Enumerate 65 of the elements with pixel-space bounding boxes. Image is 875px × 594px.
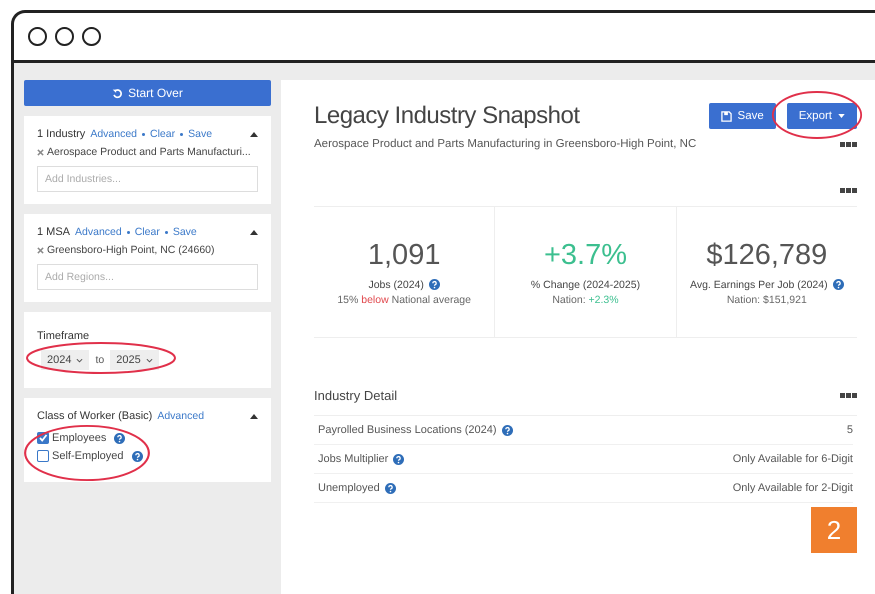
- stat-label: % Change (2024-2025): [530, 278, 640, 290]
- stat-note: 15% below National average: [337, 294, 471, 306]
- more-options-icon[interactable]: [840, 142, 857, 146]
- help-icon[interactable]: [384, 482, 396, 494]
- help-icon[interactable]: [393, 454, 404, 464]
- detail-label: Unemployed: [318, 482, 380, 494]
- detail-label: Jobs Multiplier: [318, 453, 388, 465]
- detail-label: Payrolled Business Locations (2024): [318, 424, 497, 436]
- detail-value: Only Available for 2-Digit: [732, 482, 853, 494]
- help-icon[interactable]: [132, 450, 143, 462]
- section-title: Industry Detail: [314, 388, 398, 403]
- stat-label: Avg. Earnings Per Job (2024): [690, 278, 828, 290]
- save-button[interactable]: Save: [708, 103, 776, 129]
- checkbox[interactable]: [37, 450, 49, 462]
- detail-value: 5: [846, 424, 853, 436]
- remove-icon[interactable]: [37, 148, 44, 156]
- chevron-down-icon: [146, 358, 153, 362]
- step-number-badge: 2: [811, 507, 857, 553]
- selected-item: Greensboro-High Point, NC (24660): [47, 244, 214, 256]
- stat-value: +3.7%: [544, 238, 628, 272]
- help-icon[interactable]: [428, 279, 440, 290]
- checkbox-label: Employees: [52, 432, 106, 444]
- panel-title: Class of Worker (Basic): [37, 410, 152, 422]
- panel-link[interactable]: Save: [172, 226, 197, 238]
- add-input-field[interactable]: Add Industries...: [37, 166, 258, 192]
- help-icon[interactable]: [114, 432, 126, 444]
- collapse-caret-icon[interactable]: [250, 414, 258, 418]
- panel-link[interactable]: Save: [188, 128, 212, 140]
- year-dropdown[interactable]: 2025: [110, 350, 159, 370]
- help-icon[interactable]: [832, 279, 844, 290]
- panel-link[interactable]: Advanced: [90, 128, 138, 140]
- panel-title: Timeframe: [37, 330, 90, 342]
- export-button[interactable]: Export: [786, 103, 857, 129]
- range-separator: to: [95, 354, 104, 366]
- stat-note: Nation: +2.3%: [552, 294, 619, 306]
- reset-icon: [112, 88, 124, 98]
- stat-value: $126,789: [706, 238, 828, 272]
- add-input-field[interactable]: Add Regions...: [37, 264, 258, 290]
- stat-value: 1,091: [368, 238, 440, 272]
- panel-title: 1 Industry: [37, 128, 86, 140]
- stat-label: Jobs (2024): [368, 278, 424, 290]
- year-dropdown[interactable]: 2024: [41, 350, 90, 370]
- panel-title: 1 MSA: [37, 226, 70, 238]
- panel-link[interactable]: Clear: [150, 128, 176, 140]
- stat-note: Nation: $151,921: [726, 294, 807, 306]
- chevron-down-icon: [76, 358, 84, 362]
- panel-link[interactable]: Advanced: [157, 410, 204, 422]
- selected-item: Aerospace Product and Parts Manufacturi...: [47, 146, 251, 158]
- window-control-icon[interactable]: [28, 27, 47, 46]
- page-subtitle: Aerospace Product and Parts Manufacturing in Greensboro-High Point, NC: [314, 138, 698, 150]
- detail-value: Only Available for 6-Digit: [732, 453, 853, 465]
- checkbox-label: Self-Employed: [52, 450, 124, 462]
- start-over-button[interactable]: Start Over: [24, 80, 271, 106]
- panel-link[interactable]: Clear: [134, 226, 160, 238]
- more-options-icon[interactable]: [840, 188, 857, 193]
- remove-icon[interactable]: [37, 246, 44, 254]
- collapse-caret-icon[interactable]: [250, 132, 258, 136]
- panel-link[interactable]: Advanced: [75, 226, 122, 238]
- caret-down-icon: [838, 114, 845, 118]
- page-title: Legacy Industry Snapshot: [314, 102, 581, 130]
- collapse-caret-icon[interactable]: [250, 230, 258, 234]
- window-control-icon[interactable]: [82, 27, 101, 46]
- help-icon[interactable]: [502, 424, 513, 436]
- more-options-icon[interactable]: [840, 393, 857, 398]
- window-control-icon[interactable]: [55, 27, 74, 46]
